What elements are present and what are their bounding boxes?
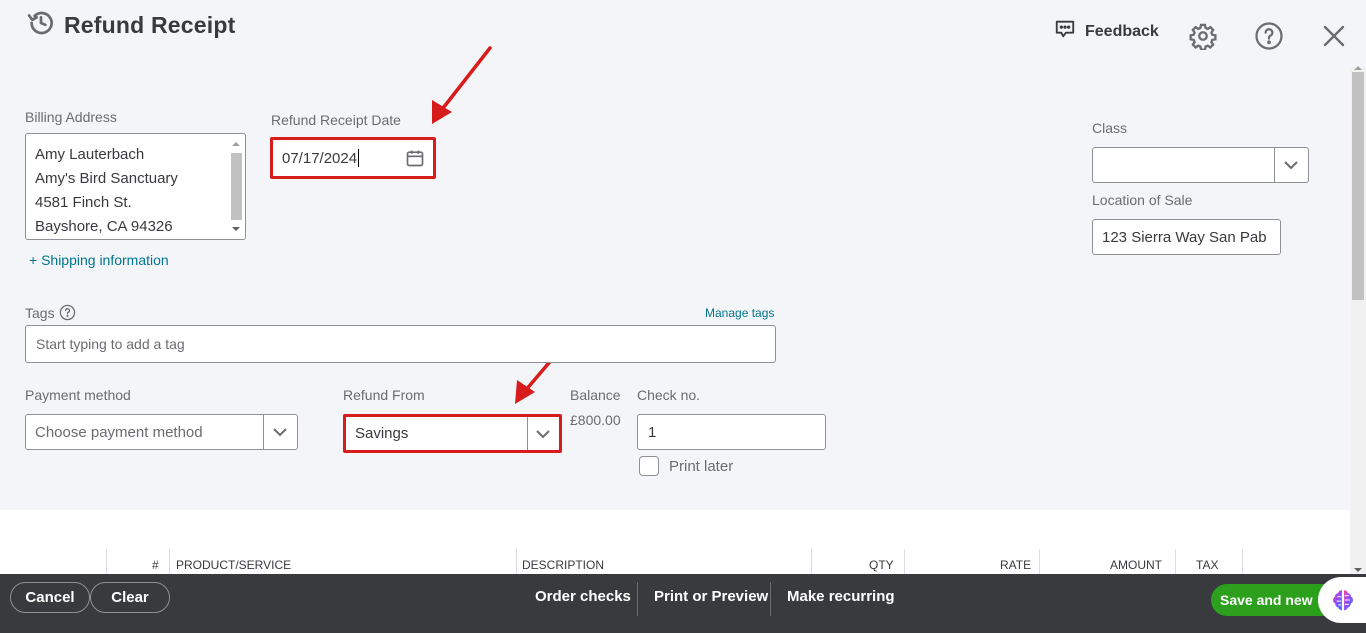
billing-line: Bayshore, CA 94326	[35, 218, 173, 235]
chevron-down-icon	[273, 428, 287, 437]
chevron-down-icon	[1284, 161, 1298, 170]
manage-tags-link[interactable]: Manage tags	[705, 306, 774, 320]
close-icon	[1323, 25, 1345, 47]
scroll-thumb[interactable]	[231, 153, 242, 220]
scroll-down-icon	[232, 227, 240, 231]
brain-icon	[1332, 590, 1354, 611]
column-header-description: DESCRIPTION	[522, 558, 605, 572]
feedback-chat-icon	[1054, 18, 1076, 45]
shipping-information-link[interactable]: + Shipping information	[29, 252, 169, 268]
header-actions: Feedback	[1054, 18, 1159, 45]
page-scrollbar[interactable]	[1350, 66, 1366, 574]
balance-label: Balance	[570, 387, 621, 403]
scroll-up-icon[interactable]	[1354, 66, 1362, 70]
help-button[interactable]	[1253, 20, 1285, 52]
class-dropdown[interactable]	[1092, 147, 1309, 183]
payment-method-label: Payment method	[25, 387, 131, 403]
check-no-label: Check no.	[637, 387, 701, 403]
location-value: 123 Sierra Way San Pab	[1102, 228, 1267, 246]
tags-label-group: Tags	[25, 304, 76, 321]
location-label: Location of Sale	[1092, 192, 1193, 208]
billing-line: Amy Lauterbach	[35, 146, 145, 163]
column-header-tax: TAX	[1196, 558, 1219, 572]
dropdown-separator	[527, 417, 528, 450]
column-header-qty: QTY	[869, 558, 894, 572]
clear-button[interactable]: Clear	[90, 582, 170, 613]
class-label: Class	[1092, 120, 1128, 136]
column-divider	[1242, 549, 1243, 574]
scroll-down-icon[interactable]	[1354, 568, 1362, 572]
billing-scrollbar[interactable]	[229, 136, 243, 237]
help-icon[interactable]	[59, 304, 76, 321]
close-button[interactable]	[1318, 20, 1350, 52]
scroll-up-icon	[232, 142, 240, 146]
check-no-value: 1	[648, 423, 657, 441]
dropdown-separator	[1274, 148, 1275, 182]
settings-button[interactable]	[1187, 20, 1219, 52]
save-and-new-label: Save and new	[1220, 592, 1313, 608]
tags-placeholder: Start typing to add a tag	[36, 336, 185, 352]
refund-receipt-date-input[interactable]: 07/17/2024	[270, 137, 436, 179]
help-icon	[1255, 22, 1283, 50]
gear-icon	[1189, 23, 1217, 50]
footer-toolbar: Cancel Clear Order checks Print or Previ…	[0, 574, 1366, 633]
location-of-sale-input[interactable]: 123 Sierra Way San Pab	[1092, 219, 1281, 255]
payment-method-placeholder: Choose payment method	[35, 423, 203, 441]
column-header-number: #	[152, 558, 159, 572]
page-title: Refund Receipt	[64, 12, 236, 38]
billing-address-label: Billing Address	[25, 109, 117, 125]
check-no-input[interactable]: 1	[637, 414, 826, 450]
dropdown-separator	[263, 415, 264, 449]
chevron-down-icon	[536, 429, 550, 438]
refund-from-value: Savings	[355, 425, 409, 442]
date-value: 07/17/2024	[282, 149, 358, 167]
print-later-checkbox[interactable]	[639, 456, 659, 476]
print-later-label: Print later	[669, 458, 734, 475]
billing-line: Amy's Bird Sanctuary	[35, 170, 178, 187]
balance-value: £800.00	[570, 412, 621, 428]
refund-from-label: Refund From	[343, 387, 425, 403]
ai-assistant-button[interactable]	[1318, 577, 1366, 623]
billing-line: 4581 Finch St.	[35, 194, 132, 211]
date-label: Refund Receipt Date	[271, 112, 401, 128]
feedback-label: Feedback	[1085, 22, 1159, 40]
tags-input[interactable]: Start typing to add a tag	[25, 325, 776, 363]
column-divider	[516, 549, 517, 574]
save-and-new-button[interactable]: Save and new	[1211, 584, 1329, 616]
footer-divider	[770, 582, 771, 616]
text-cursor	[358, 149, 360, 167]
column-divider	[169, 549, 170, 574]
calendar-icon[interactable]	[405, 148, 425, 172]
payment-method-dropdown[interactable]: Choose payment method	[25, 414, 298, 450]
refund-from-dropdown[interactable]: Savings	[343, 414, 562, 453]
print-or-preview-button[interactable]: Print or Preview	[654, 588, 768, 605]
order-checks-button[interactable]: Order checks	[535, 588, 631, 605]
column-divider	[1039, 549, 1040, 574]
column-divider	[1175, 549, 1176, 574]
cancel-button[interactable]: Cancel	[10, 582, 90, 613]
history-icon	[26, 8, 56, 43]
column-header-product: PRODUCT/SERVICE	[176, 558, 292, 572]
footer-divider	[637, 582, 638, 616]
feedback-button[interactable]: Feedback	[1054, 18, 1159, 45]
column-divider	[106, 549, 107, 574]
column-divider	[811, 549, 812, 574]
column-divider	[904, 549, 905, 574]
scroll-thumb[interactable]	[1352, 72, 1364, 300]
tags-label: Tags	[25, 304, 55, 321]
annotation-arrow-date	[432, 46, 492, 124]
billing-address-textarea[interactable]: Amy Lauterbach Amy's Bird Sanctuary 4581…	[25, 133, 246, 240]
make-recurring-button[interactable]: Make recurring	[787, 588, 895, 605]
page-header: Refund Receipt	[26, 8, 235, 43]
column-header-amount: AMOUNT	[1110, 558, 1162, 572]
column-header-rate: RATE	[1000, 558, 1032, 572]
